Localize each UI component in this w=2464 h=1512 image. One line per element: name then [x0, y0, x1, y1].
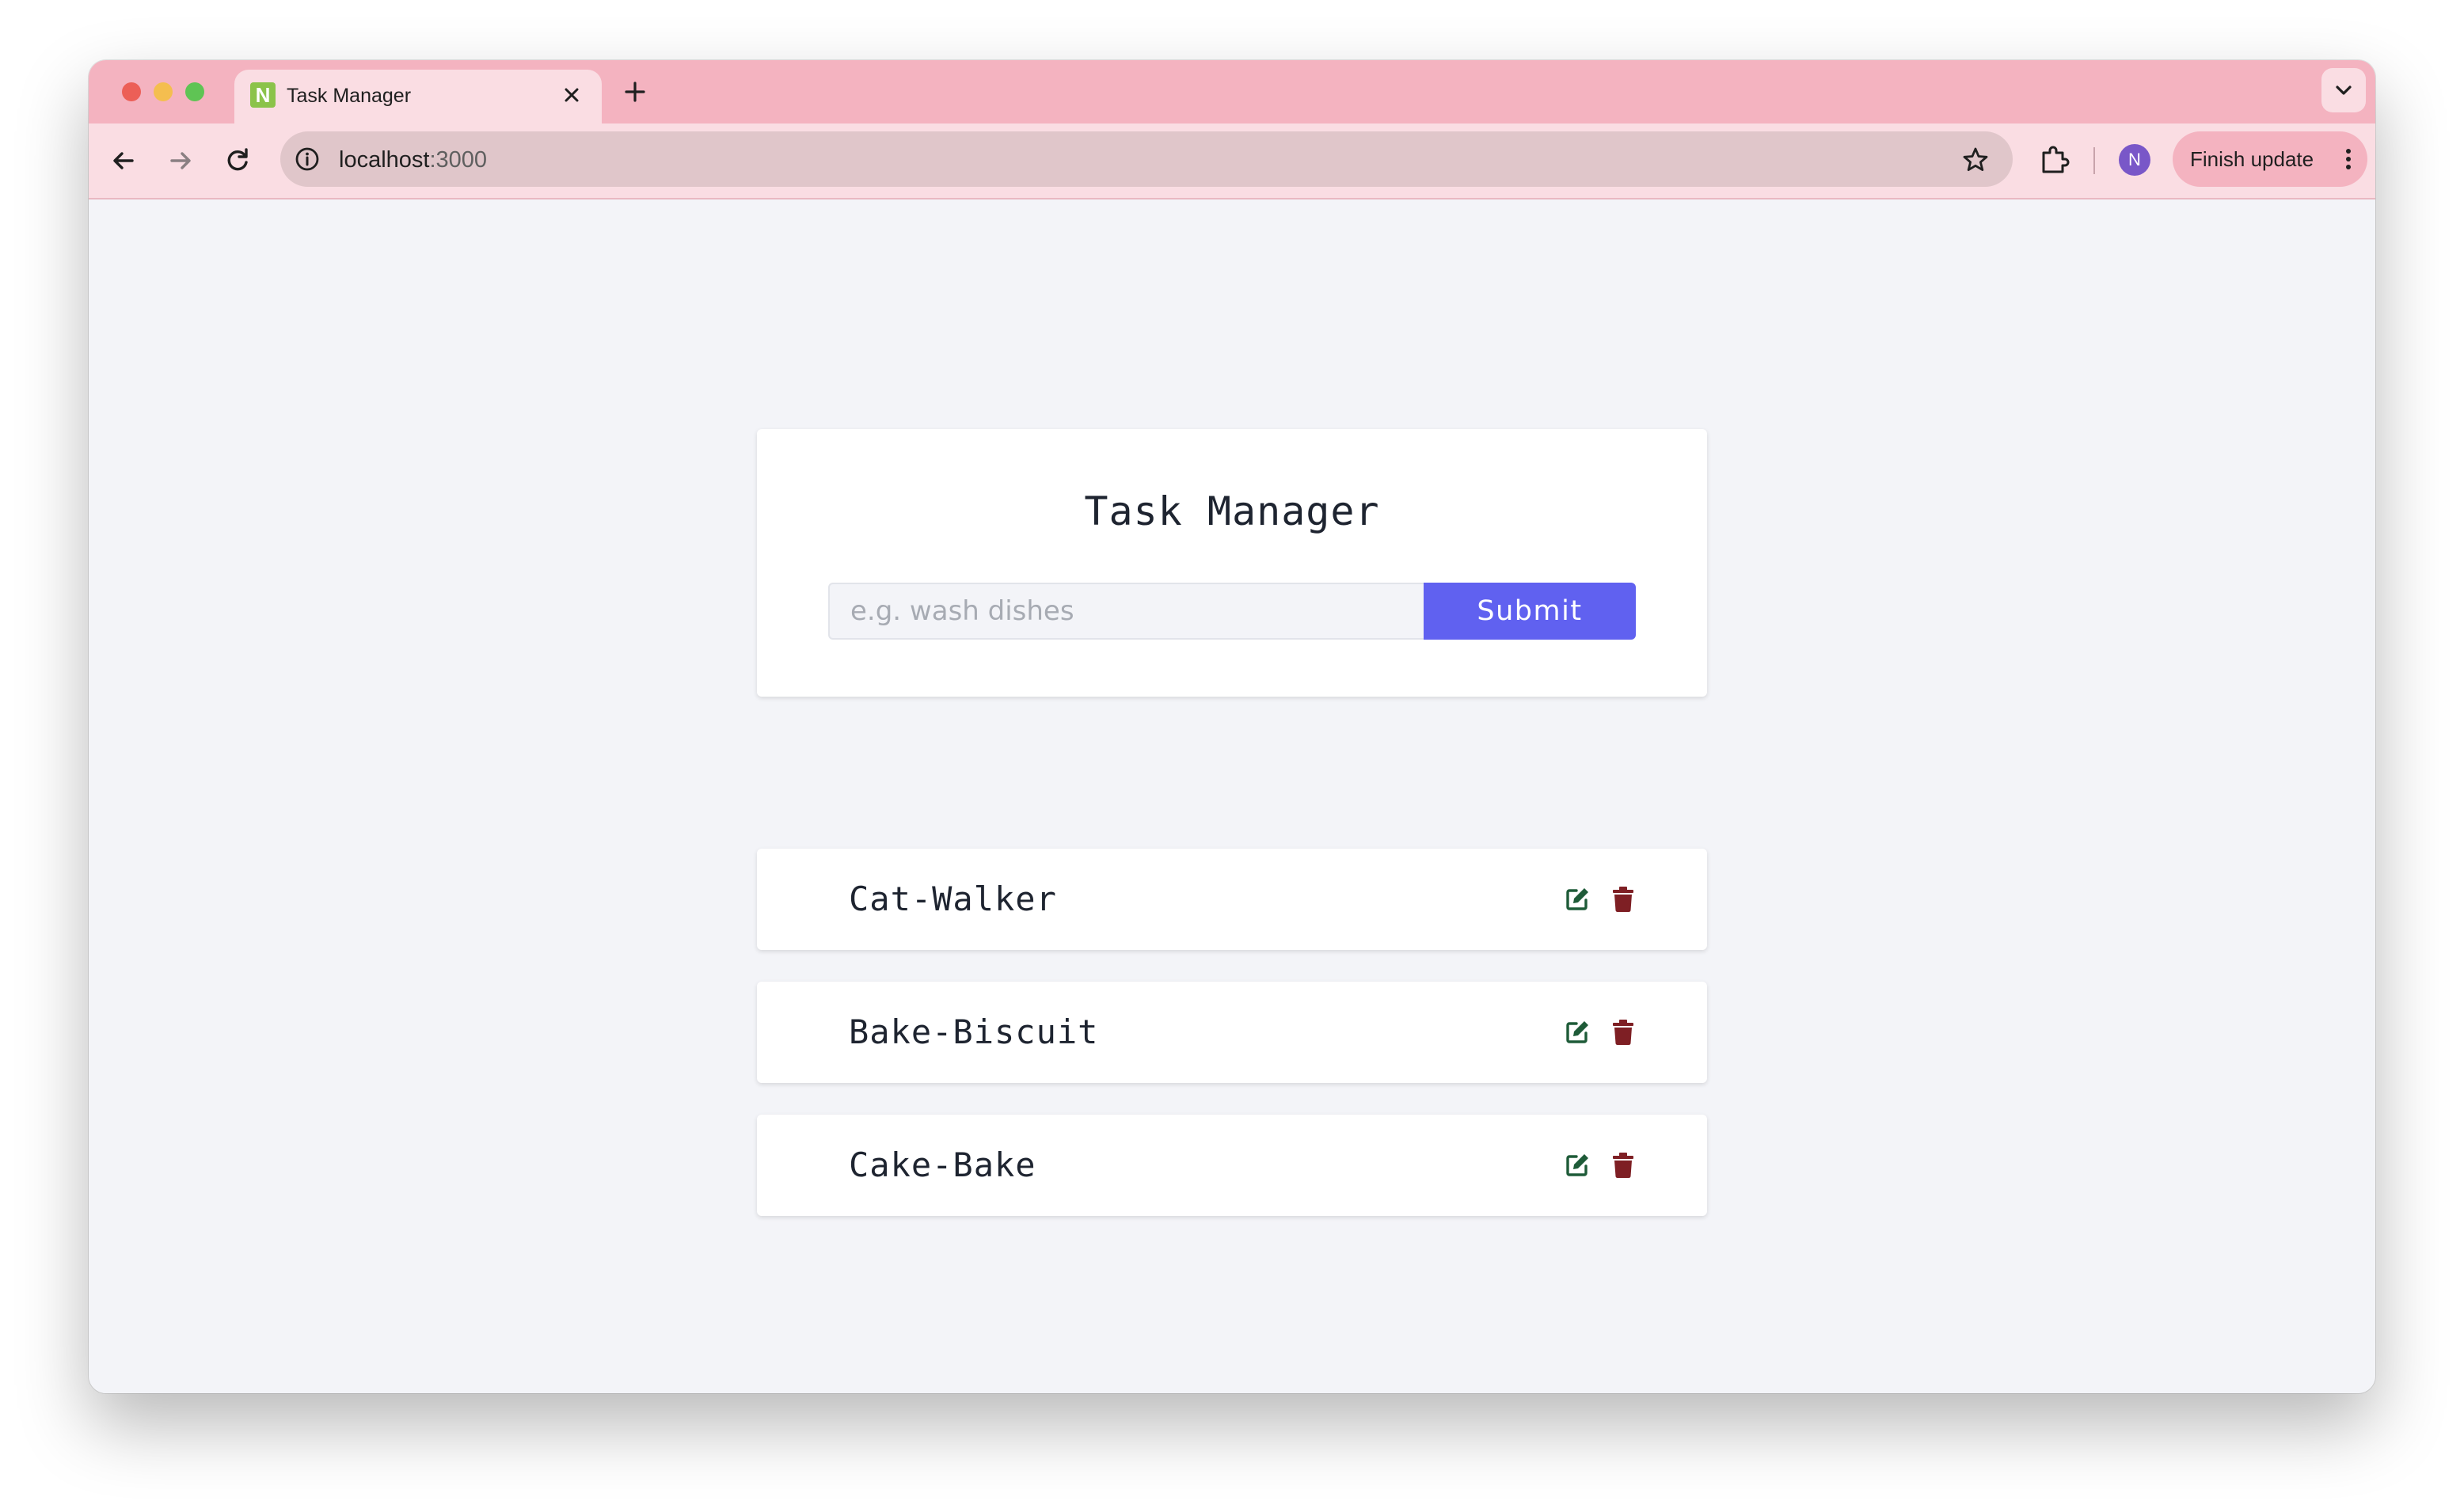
task-item: Bake-Biscuit	[757, 982, 1707, 1083]
browser-window: N Task Manager localhost:3000 N Finish u…	[89, 60, 2375, 1393]
browser-toolbar: localhost:3000 N Finish update	[89, 123, 2375, 199]
url-host: localhost	[339, 147, 430, 173]
tab-title: Task Manager	[287, 85, 412, 107]
chevron-down-icon	[2336, 85, 2352, 95]
tab-search-button[interactable]	[2321, 68, 2366, 112]
forward-arrow-icon[interactable]	[163, 143, 198, 178]
back-arrow-icon[interactable]	[106, 143, 141, 178]
window-maximize-button[interactable]	[185, 82, 204, 101]
reload-icon[interactable]	[220, 143, 255, 178]
extensions-puzzle-icon[interactable]	[2036, 142, 2073, 178]
more-vertical-icon	[2346, 149, 2351, 169]
finish-update-button[interactable]: Finish update	[2173, 131, 2367, 187]
window-close-button[interactable]	[122, 82, 141, 101]
bookmark-star-icon[interactable]	[1960, 145, 1991, 175]
window-minimize-button[interactable]	[154, 82, 173, 101]
url-port: :3000	[429, 147, 488, 173]
task-name: Cat-Walker	[849, 879, 1057, 918]
toolbar-divider	[2093, 147, 2095, 174]
edit-icon[interactable]	[1563, 1018, 1591, 1047]
page-content: Task Manager Submit Cat-Walker Bake-Bisc…	[89, 199, 2375, 1393]
task-input[interactable]	[828, 583, 1424, 640]
trash-icon[interactable]	[1610, 1018, 1636, 1047]
finish-update-label: Finish update	[2190, 147, 2314, 171]
tab-task-manager[interactable]: N Task Manager	[234, 70, 602, 123]
task-name: Cake-Bake	[849, 1145, 1036, 1184]
page-title: Task Manager	[1084, 488, 1380, 534]
task-form-card: Task Manager Submit	[757, 429, 1707, 697]
address-bar[interactable]: localhost:3000	[280, 131, 2013, 187]
close-tab-icon[interactable]	[557, 81, 586, 109]
edit-icon[interactable]	[1563, 885, 1591, 914]
url-text: localhost:3000	[339, 146, 487, 173]
favicon-icon: N	[250, 82, 276, 108]
trash-icon[interactable]	[1610, 885, 1636, 914]
edit-icon[interactable]	[1563, 1151, 1591, 1180]
submit-button[interactable]: Submit	[1424, 583, 1636, 640]
profile-avatar[interactable]: N	[2119, 144, 2150, 176]
new-tab-icon[interactable]	[619, 76, 651, 108]
trash-icon[interactable]	[1610, 1151, 1636, 1180]
tab-strip: N Task Manager	[89, 60, 2375, 123]
task-item: Cat-Walker	[757, 849, 1707, 950]
task-name: Bake-Biscuit	[849, 1012, 1099, 1051]
task-item: Cake-Bake	[757, 1115, 1707, 1216]
site-info-icon[interactable]	[293, 145, 321, 173]
